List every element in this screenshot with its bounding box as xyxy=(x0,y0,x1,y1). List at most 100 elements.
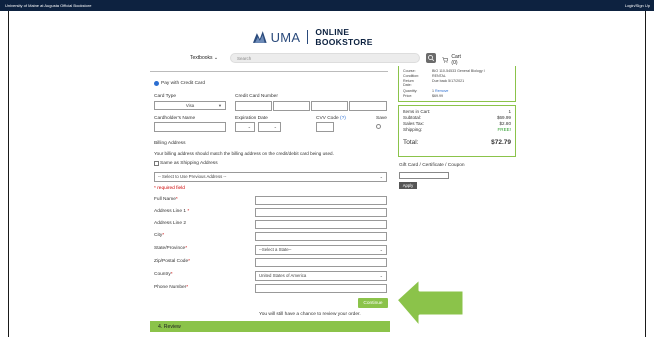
return-value: Due back 5/17/2021 xyxy=(432,79,465,83)
save-label: Save xyxy=(376,116,387,121)
expiration-label: Expiration Date xyxy=(235,116,268,121)
billing-note: Your billing address should match the bi… xyxy=(154,151,334,156)
card-number-field-2[interactable] xyxy=(273,101,310,111)
price-value: $69.99 xyxy=(432,94,443,98)
billing-title: Billing Address xyxy=(154,141,186,146)
cart-icon xyxy=(442,57,449,63)
zip-input[interactable] xyxy=(255,258,387,267)
login-link[interactable]: Login/Sign Up xyxy=(625,3,650,8)
items-in-cart-value: 1 xyxy=(508,109,511,114)
card-type-value: Visa xyxy=(185,103,195,108)
country-label: Country* xyxy=(154,272,173,277)
condition-value: RENTAL xyxy=(432,74,446,78)
shipping-value: FREE! xyxy=(497,127,511,132)
card-number-field-3[interactable] xyxy=(311,101,348,111)
gift-card-label: Gift Card / Certificate / Coupon xyxy=(399,163,465,168)
return-label: Return Date: xyxy=(403,79,414,87)
chevron-down-icon: ⌄ xyxy=(213,55,219,61)
address2-input[interactable] xyxy=(255,220,387,229)
sales-tax-label: Sales Tax: xyxy=(403,121,425,126)
same-as-shipping-checkbox[interactable] xyxy=(154,161,159,166)
address2-label: Address Line 2 xyxy=(154,221,186,226)
quantity-label: Quantity: xyxy=(403,89,418,93)
logo-divider xyxy=(307,30,309,44)
card-number-label: Credit Card Number xyxy=(235,94,278,99)
zip-label-text: Zip/Postal Code xyxy=(154,259,189,264)
address1-label: Address Line 1 * xyxy=(154,209,189,214)
card-number-field-1[interactable] xyxy=(235,101,272,111)
city-input[interactable] xyxy=(255,232,387,241)
logo-store-title: ONLINE BOOKSTORE xyxy=(315,27,373,47)
save-card-checkbox[interactable] xyxy=(376,124,381,129)
zip-label: Zip/Postal Code* xyxy=(154,259,190,264)
logo-uma-text: UMA xyxy=(270,29,301,45)
cardholder-name-input[interactable] xyxy=(154,122,226,132)
textbooks-menu[interactable]: Textbooks ⌄ xyxy=(190,55,218,61)
search-input[interactable]: Search xyxy=(230,53,420,63)
top-bar: University of Maine at Augusta Official … xyxy=(0,0,654,11)
cart-link[interactable]: Cart (0) xyxy=(442,54,463,66)
store-name: University of Maine at Augusta Official … xyxy=(5,3,92,8)
cart-totals-box: Items in Cart: 1 Subtotal: $69.99 Sales … xyxy=(398,105,516,157)
full-name-label-text: Full Name xyxy=(154,197,176,202)
card-type-select[interactable]: Visa ▼ xyxy=(154,101,226,110)
apply-label: Apply xyxy=(402,183,414,188)
chevron-down-icon: ▼ xyxy=(218,103,222,108)
pay-credit-radio[interactable] xyxy=(154,81,159,86)
state-label: State/Province* xyxy=(154,246,187,251)
address1-input[interactable] xyxy=(255,208,387,217)
required-asterisk: * xyxy=(188,259,191,264)
expiration-year-select[interactable]: ⌄ xyxy=(258,122,281,132)
phone-input[interactable] xyxy=(255,284,387,293)
state-value: --Select a State-- xyxy=(259,247,292,252)
search-placeholder: Search xyxy=(237,56,252,61)
subtotal-label: Subtotal: xyxy=(403,115,422,120)
previous-address-select[interactable]: -- Select to Use Previous Address -- ⌄ xyxy=(154,172,387,182)
quantity-number: 1 xyxy=(432,89,434,93)
uma-seal-icon xyxy=(252,31,267,43)
sales-tax-value: $2.80 xyxy=(499,121,512,126)
phone-label-text: Phone Number xyxy=(154,285,187,290)
course-item-box: Course: BIO 110-54533 General Biology I … xyxy=(398,66,516,102)
card-number-field-4[interactable] xyxy=(349,101,387,111)
country-value: United States of America xyxy=(259,273,307,278)
chevron-down-icon: ⌄ xyxy=(379,174,383,179)
order-summary: Course: BIO 110-54533 General Biology I … xyxy=(398,66,516,157)
gift-card-input[interactable] xyxy=(399,172,449,179)
cvv-label: CVV Code (?) xyxy=(316,116,346,121)
address1-label-text: Address Line 1 xyxy=(154,209,186,214)
country-select[interactable]: United States of America ⌄ xyxy=(255,271,387,281)
card-type-label: Card Type xyxy=(154,94,177,99)
search-button[interactable] xyxy=(426,53,436,63)
required-asterisk: * xyxy=(185,246,188,251)
store-logo[interactable]: UMA ONLINE BOOKSTORE xyxy=(252,27,407,47)
total-label: Total: xyxy=(403,139,419,146)
condition-label: Condition: xyxy=(403,74,420,78)
shipping-label: Shipping: xyxy=(403,127,423,132)
pay-credit-label: Pay with Credit Card xyxy=(161,81,205,86)
phone-label: Phone Number* xyxy=(154,285,188,290)
price-label: Price: xyxy=(403,94,413,98)
step-review-label: 4. Review xyxy=(158,324,181,330)
apply-button[interactable]: Apply xyxy=(399,182,417,189)
textbooks-label: Textbooks xyxy=(190,55,213,61)
cart-label: Cart (0) xyxy=(451,54,461,66)
step-review-header[interactable]: 4. Review xyxy=(150,321,390,332)
pointer-arrow-icon xyxy=(394,276,466,330)
remove-link[interactable]: Remove xyxy=(435,89,448,93)
required-asterisk: * xyxy=(187,209,190,214)
city-label: City* xyxy=(154,233,164,238)
full-name-input[interactable] xyxy=(255,196,387,205)
course-value: BIO 110-54533 General Biology I xyxy=(432,69,485,73)
required-asterisk: * xyxy=(162,233,165,238)
state-select[interactable]: --Select a State-- ⌄ xyxy=(255,245,387,255)
cardholder-label: Cardholder's Name xyxy=(154,116,196,121)
continue-button[interactable]: Continue xyxy=(358,298,388,308)
cvv-input[interactable] xyxy=(316,122,334,132)
required-asterisk: * xyxy=(170,272,173,277)
items-in-cart-label: Items in Cart: xyxy=(403,109,431,114)
cvv-help-link[interactable]: (?) xyxy=(340,116,346,121)
quantity-value: 1 Remove xyxy=(432,89,448,93)
expiration-month-select[interactable]: ⌄ xyxy=(235,122,255,132)
required-asterisk: * xyxy=(175,197,178,202)
